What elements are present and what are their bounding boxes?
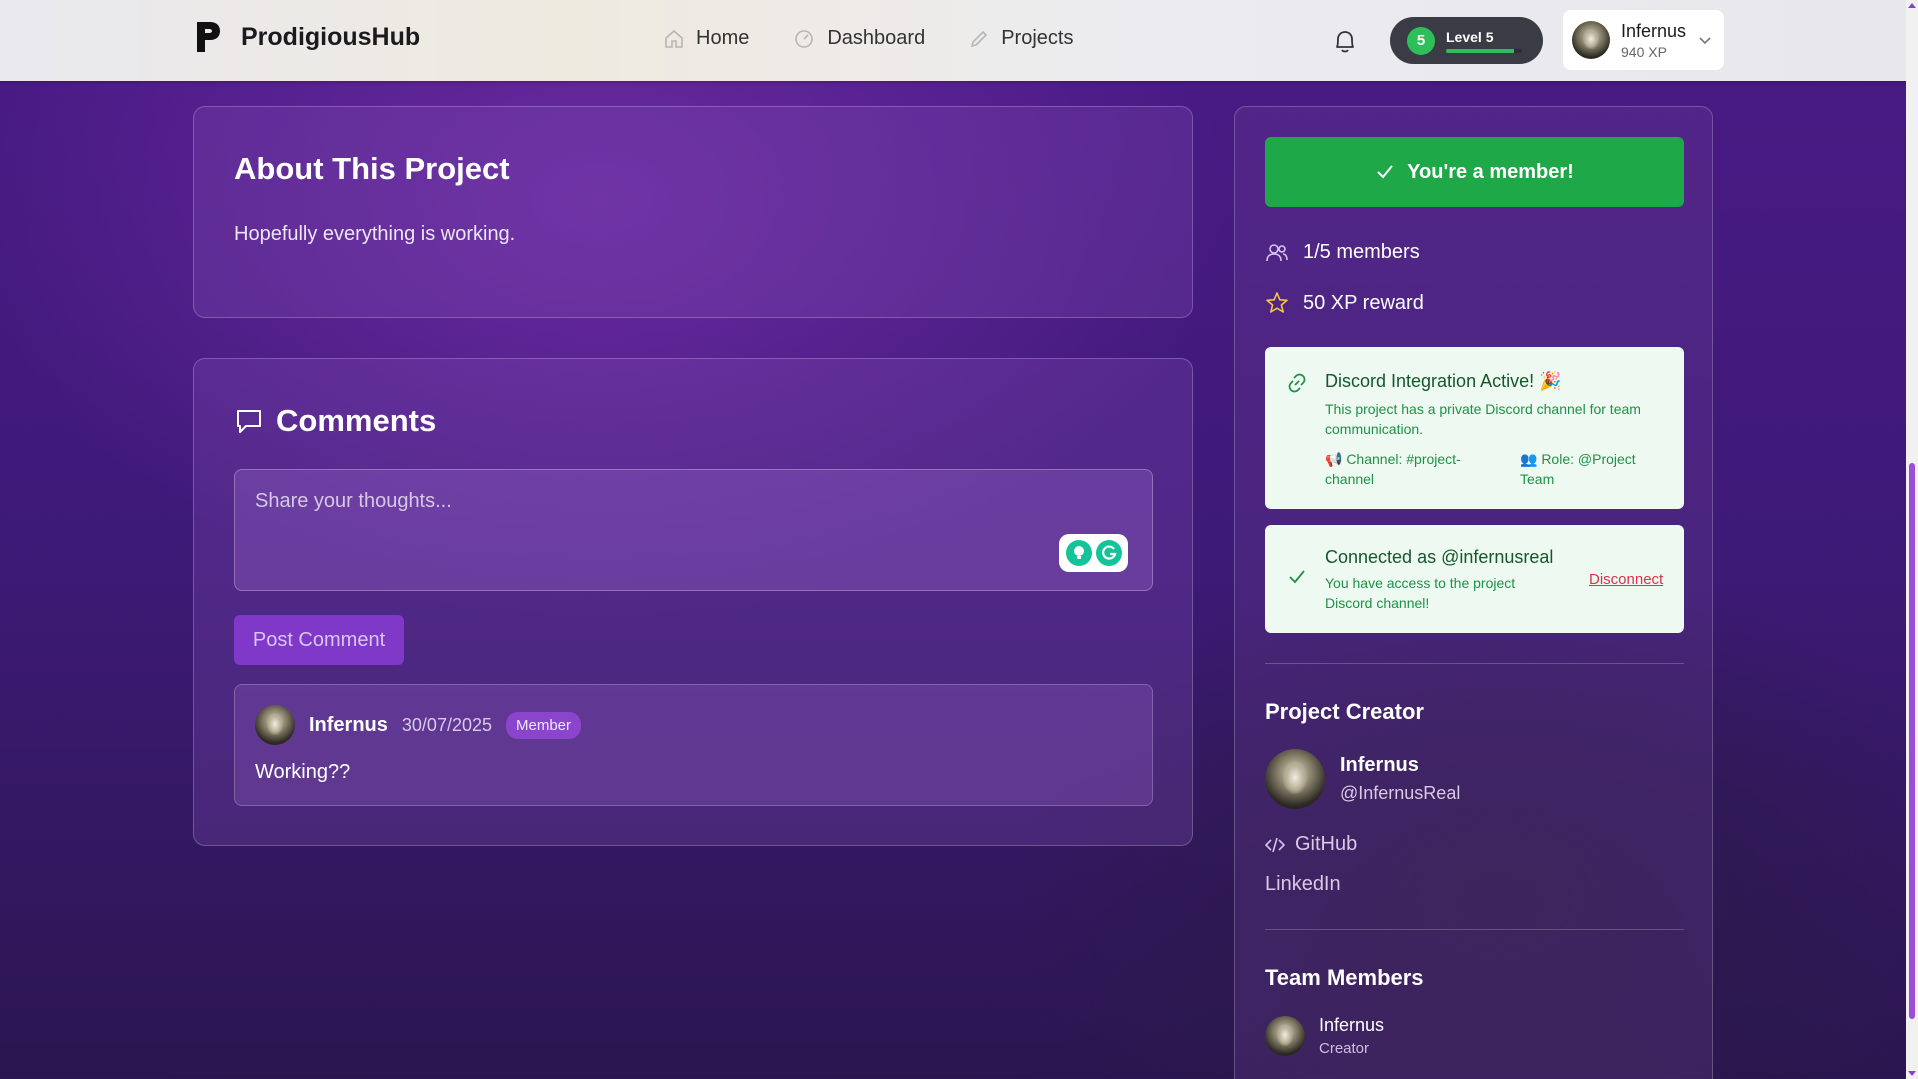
comments-panel: Comments Post Comment Infernus 30/07/202… xyxy=(193,358,1193,846)
level-label: Level 5 xyxy=(1446,28,1494,45)
team-member-role: Creator xyxy=(1319,1040,1370,1057)
brand-name: ProdigiousHub xyxy=(241,22,421,51)
avatar xyxy=(1265,1016,1305,1056)
comment-text: Working?? xyxy=(255,761,351,783)
nav-dashboard-label: Dashboard xyxy=(827,27,926,49)
divider xyxy=(1265,663,1684,664)
team-member[interactable]: Infernus Creator xyxy=(1265,1015,1384,1057)
dashboard-icon xyxy=(795,29,814,48)
nav-dashboard[interactable]: Dashboard xyxy=(793,27,925,50)
check-icon xyxy=(1289,570,1305,584)
link-icon xyxy=(1288,373,1306,393)
creator-name: Infernus xyxy=(1340,754,1419,776)
nav-home-label: Home xyxy=(696,27,750,49)
connection-description: You have access to the project Discord c… xyxy=(1325,575,1516,611)
user-menu[interactable]: Infernus 940 XP xyxy=(1563,10,1724,70)
member-status-label: You're a member! xyxy=(1407,160,1574,183)
scroll-up-icon[interactable] xyxy=(1908,3,1916,8)
discord-connection-card: Connected as @infernusreal You have acce… xyxy=(1265,525,1684,633)
check-icon xyxy=(1377,165,1393,179)
members-count: 1/5 members xyxy=(1265,241,1420,264)
creator-heading: Project Creator xyxy=(1265,699,1424,724)
pencil-icon xyxy=(971,30,988,47)
linkedin-label: LinkedIn xyxy=(1265,873,1341,895)
scroll-down-icon[interactable] xyxy=(1908,1071,1916,1076)
team-member-name: Infernus xyxy=(1319,1015,1385,1035)
scrollbar-thumb[interactable] xyxy=(1909,463,1915,1019)
comment-icon xyxy=(237,410,261,433)
members-count-text: 1/5 members xyxy=(1303,241,1420,263)
grammarly-icon xyxy=(1095,540,1122,566)
avatar xyxy=(1572,21,1610,59)
code-icon xyxy=(1265,837,1285,852)
disconnect-link[interactable]: Disconnect xyxy=(1589,571,1663,588)
team-heading: Team Members xyxy=(1265,965,1424,990)
users-icon xyxy=(1266,243,1288,261)
discord-integration-card: Discord Integration Active! 🎉 This proje… xyxy=(1265,347,1684,509)
discord-channel: 📢 Channel: #project-channel xyxy=(1325,451,1461,487)
comment-author[interactable]: Infernus xyxy=(309,714,388,737)
main-nav: Home Dashboard Projects xyxy=(664,27,1117,50)
post-comment-button[interactable]: Post Comment xyxy=(234,615,404,665)
comment-item: Infernus 30/07/2025 Member Working?? xyxy=(234,684,1153,806)
comments-title: Comments xyxy=(276,403,437,438)
chevron-down-icon xyxy=(1699,37,1711,45)
member-badge: Member xyxy=(506,711,582,739)
comment-input-wrapper xyxy=(234,469,1153,591)
bell-icon[interactable] xyxy=(1332,27,1358,55)
user-xp: 940 XP xyxy=(1621,43,1667,60)
connection-title: Connected as @infernusreal xyxy=(1325,547,1554,567)
about-title: About This Project xyxy=(234,151,510,186)
creator-handle: @InfernusReal xyxy=(1340,783,1461,803)
project-sidebar: You're a member! 1/5 members 50 XP rewar… xyxy=(1234,106,1713,1079)
xp-reward: 50 XP reward xyxy=(1265,291,1424,315)
github-link[interactable]: GitHub xyxy=(1265,833,1357,856)
level-number: 5 xyxy=(1407,26,1435,55)
grammarly-widget[interactable] xyxy=(1059,534,1128,572)
star-icon xyxy=(1266,292,1288,313)
level-progress-fill xyxy=(1446,48,1515,53)
lightbulb-icon xyxy=(1065,540,1092,566)
xp-reward-text: 50 XP reward xyxy=(1303,291,1424,314)
brand[interactable]: ProdigiousHub xyxy=(195,20,420,54)
github-label: GitHub xyxy=(1295,833,1358,855)
avatar xyxy=(1265,749,1325,809)
user-name: Infernus xyxy=(1621,20,1687,41)
nav-projects[interactable]: Projects xyxy=(969,27,1073,50)
level-badge[interactable]: 5 Level 5 xyxy=(1390,17,1543,64)
brand-logo-icon xyxy=(197,22,220,52)
page-scrollbar[interactable] xyxy=(1906,0,1918,1079)
comment-input[interactable] xyxy=(235,470,1152,590)
discord-description: This project has a private Discord chann… xyxy=(1325,401,1641,437)
discord-title: Discord Integration Active! 🎉 xyxy=(1325,371,1562,391)
member-status-button[interactable]: You're a member! xyxy=(1265,137,1684,207)
level-progress-bar xyxy=(1446,48,1522,53)
discord-role: 👥 Role: @Project Team xyxy=(1520,451,1636,487)
top-navbar: ProdigiousHub Home Dashboard Projects 5 … xyxy=(0,0,1906,81)
nav-projects-label: Projects xyxy=(1001,27,1074,49)
about-panel: About This Project Hopefully everything … xyxy=(193,106,1193,318)
linkedin-link[interactable]: LinkedIn xyxy=(1265,873,1341,896)
nav-home[interactable]: Home xyxy=(664,27,749,50)
creator-profile[interactable]: Infernus @InfernusReal xyxy=(1265,749,1460,809)
home-icon xyxy=(665,29,683,48)
avatar xyxy=(255,705,295,745)
about-description: Hopefully everything is working. xyxy=(234,223,516,245)
comment-date: 30/07/2025 xyxy=(401,714,492,735)
divider xyxy=(1265,929,1684,930)
